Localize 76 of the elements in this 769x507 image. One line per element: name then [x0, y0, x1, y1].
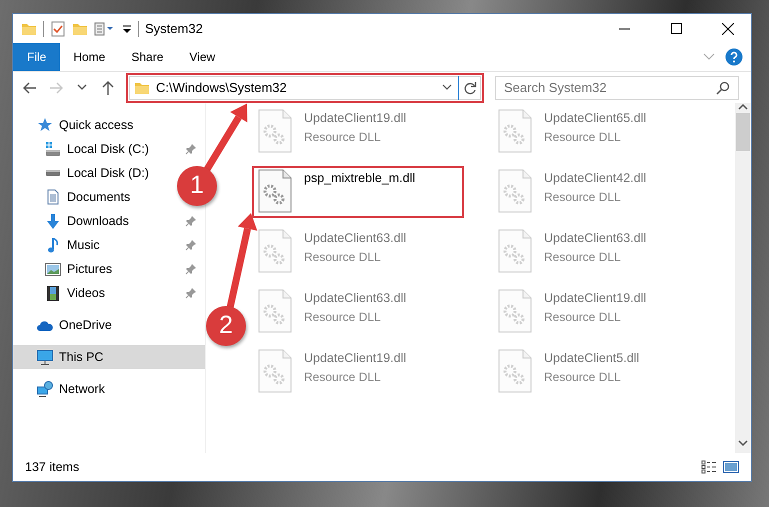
dll-file-icon: [498, 229, 532, 273]
dll-file-icon: [498, 289, 532, 333]
minimize-icon: [618, 28, 630, 30]
pin-icon[interactable]: [185, 143, 197, 155]
nav-item[interactable]: Downloads: [13, 209, 205, 233]
dll-file-icon: [258, 289, 292, 333]
document-icon: [47, 189, 59, 205]
forward-arrow-icon: [48, 80, 64, 96]
dll-file-icon: [258, 169, 292, 213]
scrollbar[interactable]: [735, 103, 751, 453]
refresh-icon: [462, 80, 476, 94]
file-item[interactable]: UpdateClient19.dll Resource DLL: [258, 109, 406, 153]
ribbon-tab[interactable]: View: [176, 43, 228, 71]
file-item[interactable]: UpdateClient19.dll Resource DLL: [258, 349, 406, 393]
close-icon: [722, 22, 734, 34]
properties-icon[interactable]: [94, 20, 116, 36]
maximize-icon: [670, 23, 682, 34]
file-item[interactable]: UpdateClient63.dll Resource DLL: [258, 289, 406, 333]
nav-item[interactable]: Local Disk (C:): [13, 137, 205, 161]
pointer-arrow: [203, 104, 248, 172]
network-icon: [37, 381, 53, 397]
file-item[interactable]: UpdateClient5.dll Resource DLL: [498, 349, 640, 393]
pin-icon[interactable]: [185, 287, 197, 299]
dll-file-icon: [498, 109, 532, 153]
details-view-icon[interactable]: [701, 460, 717, 474]
nav-item[interactable]: Pictures: [13, 257, 205, 281]
file-item[interactable]: psp_mixtreble_m.dll: [258, 169, 416, 213]
search-field[interactable]: Search System32: [495, 76, 739, 100]
window-title: System32: [145, 20, 204, 38]
file-item[interactable]: UpdateClient19.dll Resource DLL: [498, 289, 646, 333]
file-item[interactable]: UpdateClient42.dll Resource DLL: [498, 169, 646, 213]
ribbon-tab[interactable]: Share: [118, 43, 176, 71]
up-arrow-icon: [100, 80, 116, 96]
nav-item[interactable]: This PC: [13, 345, 205, 369]
film-strip-icon: [47, 286, 59, 300]
file-menu-tab[interactable]: File: [13, 43, 60, 71]
address-path: C:\Windows\System32: [156, 78, 287, 97]
down-arrow-icon: [46, 214, 60, 228]
nav-item[interactable]: Music: [13, 233, 205, 257]
nav-item[interactable]: Videos: [13, 281, 205, 305]
pin-icon[interactable]: [185, 263, 197, 275]
item-count: 137 items: [25, 458, 80, 476]
search-icon: [716, 80, 730, 94]
file-item[interactable]: UpdateClient63.dll Resource DLL: [258, 229, 406, 273]
checklist-icon[interactable]: [50, 20, 66, 36]
monitor-icon: [37, 350, 53, 364]
scroll-up-icon[interactable]: [738, 103, 748, 111]
dll-file-icon: [498, 169, 532, 213]
chevron-down-icon: [77, 84, 87, 91]
nav-item[interactable]: Documents: [13, 185, 138, 209]
back-arrow-icon: [22, 80, 38, 96]
music-note-icon: [48, 238, 58, 252]
picture-icon: [45, 262, 61, 276]
drive-icon: [45, 142, 61, 156]
nav-item[interactable]: Network: [13, 377, 113, 401]
help-icon[interactable]: [725, 48, 743, 66]
scroll-down-icon[interactable]: [738, 439, 748, 447]
large-icons-view-icon[interactable]: [723, 460, 739, 474]
file-item[interactable]: UpdateClient63.dll Resource DLL: [498, 229, 646, 273]
dll-file-icon: [258, 109, 292, 153]
file-item[interactable]: UpdateClient65.dll Resource DLL: [498, 109, 646, 153]
cloud-icon: [37, 320, 53, 330]
pin-icon[interactable]: [185, 215, 197, 227]
star-icon: [37, 117, 53, 133]
drive-icon: [45, 170, 61, 176]
scroll-thumb[interactable]: [736, 113, 750, 151]
ribbon-tab[interactable]: Home: [60, 43, 118, 71]
dll-file-icon: [258, 349, 292, 393]
pin-icon[interactable]: [185, 239, 197, 251]
nav-item[interactable]: Quick access: [13, 113, 142, 137]
dll-file-icon: [258, 229, 292, 273]
chevron-down-icon[interactable]: [442, 84, 452, 91]
address-bar[interactable]: C:\Windows\System32: [129, 76, 481, 100]
nav-item[interactable]: OneDrive: [13, 313, 120, 337]
nav-item[interactable]: Local Disk (D:): [13, 161, 157, 185]
dll-file-icon: [498, 349, 532, 393]
